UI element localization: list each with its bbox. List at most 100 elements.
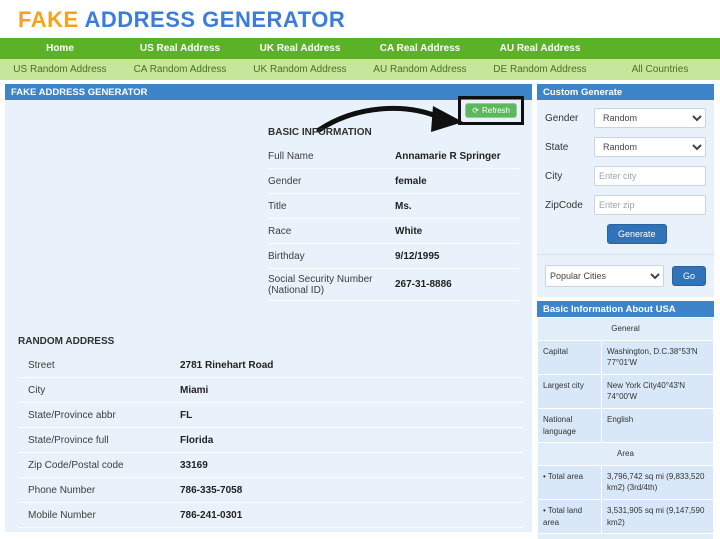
zipcode-input[interactable] <box>594 195 706 215</box>
field-label: Largest city <box>538 374 602 408</box>
field-value: English <box>602 408 714 442</box>
field-value: Washington, D.C.38°53′N 77°01′W <box>602 340 714 374</box>
table-row: Gender female <box>268 169 520 194</box>
field-label: Race <box>268 226 395 237</box>
field-label: State/Province abbr <box>18 410 180 421</box>
field-label: State/Province full <box>18 435 180 446</box>
table-section-row: Population <box>538 534 714 539</box>
refresh-annotation-box: ⟳ Refresh <box>458 96 524 125</box>
table-section-row: Area <box>538 443 714 466</box>
go-button[interactable]: Go <box>672 266 706 286</box>
nav-home[interactable]: Home <box>0 38 120 59</box>
field-value: FL <box>180 410 523 421</box>
field-value: Miami <box>180 385 523 396</box>
table-section-row: General <box>538 318 714 341</box>
field-label: Birthday <box>268 251 395 262</box>
nav-all-countries[interactable]: All Countries <box>600 59 720 80</box>
secondary-nav: US Random Address CA Random Address UK R… <box>0 59 720 80</box>
field-value: Florida <box>180 435 523 446</box>
usa-info-table: General Capital Washington, D.C.38°53′N … <box>537 317 714 539</box>
table-row: State/Province full Florida <box>18 428 523 453</box>
gender-select[interactable]: Random <box>594 108 706 128</box>
table-row: Mobile Number 786-241-0301 <box>18 503 523 528</box>
table-row: • Total land area 3,531,905 sq mi (9,147… <box>538 499 714 533</box>
table-row: City Miami <box>18 378 523 403</box>
generate-button[interactable]: Generate <box>607 224 667 244</box>
nav-us-real-address[interactable]: US Real Address <box>120 38 240 59</box>
city-input[interactable] <box>594 166 706 186</box>
field-value: New York City40°43′N 74°00′W <box>602 374 714 408</box>
nav-spacer <box>600 38 720 59</box>
nav-de-random-address[interactable]: DE Random Address <box>480 59 600 80</box>
field-value: 267-31-8886 <box>395 279 520 290</box>
table-row: Street 2781 Rinehart Road <box>18 353 523 378</box>
nav-us-random-address[interactable]: US Random Address <box>0 59 120 80</box>
field-value: 786-335-7058 <box>180 485 523 496</box>
nav-uk-real-address[interactable]: UK Real Address <box>240 38 360 59</box>
sidebar: Custom Generate Gender Random State Rand… <box>537 84 714 539</box>
random-address-section: RANDOM ADDRESS Street 2781 Rinehart Road… <box>18 336 523 528</box>
generator-panel-body: ⟳ Refresh BASIC INFORMATION Full Name An… <box>5 100 532 532</box>
site-title-blue: ADDRESS GENERATOR <box>84 7 345 32</box>
basic-information-section: BASIC INFORMATION Full Name Annamarie R … <box>268 127 520 301</box>
basic-information-title: BASIC INFORMATION <box>268 127 520 138</box>
section-label: General <box>538 318 714 341</box>
refresh-button[interactable]: ⟳ Refresh <box>465 103 517 118</box>
field-value: 3,531,905 sq mi (9,147,590 km2) <box>602 499 714 533</box>
table-row: Birthday 9/12/1995 <box>268 244 520 269</box>
custom-generate-title: Custom Generate <box>537 84 714 100</box>
field-label: Capital <box>538 340 602 374</box>
nav-ca-real-address[interactable]: CA Real Address <box>360 38 480 59</box>
random-address-title: RANDOM ADDRESS <box>18 336 523 347</box>
nav-uk-random-address[interactable]: UK Random Address <box>240 59 360 80</box>
table-row: • Total area 3,796,742 sq mi (9,833,520 … <box>538 465 714 499</box>
field-value: 3,796,742 sq mi (9,833,520 km2) (3rd/4th… <box>602 465 714 499</box>
city-label: City <box>545 171 594 182</box>
popular-cities-select[interactable]: Popular Cities <box>545 265 664 287</box>
field-value: White <box>395 226 520 237</box>
field-label: Street <box>18 360 180 371</box>
field-value: Annamarie R Springer <box>395 151 520 162</box>
table-row: Zip Code/Postal code 33169 <box>18 453 523 478</box>
table-row: Largest city New York City40°43′N 74°00′… <box>538 374 714 408</box>
field-value: 2781 Rinehart Road <box>180 360 523 371</box>
generator-panel-title: FAKE ADDRESS GENERATOR <box>5 84 532 100</box>
site-title-orange: FAKE <box>18 7 79 32</box>
field-label: Gender <box>268 176 395 187</box>
field-value: 33169 <box>180 460 523 471</box>
custom-generate-body: Gender Random State Random City ZipCo <box>537 100 714 297</box>
divider <box>537 254 714 255</box>
field-label: City <box>18 385 180 396</box>
field-label: Phone Number <box>18 485 180 496</box>
nav-au-real-address[interactable]: AU Real Address <box>480 38 600 59</box>
section-label: Population <box>538 534 714 539</box>
refresh-button-label: Refresh <box>482 106 510 115</box>
usa-info-title: Basic Information About USA <box>537 301 714 317</box>
table-row: Title Ms. <box>268 194 520 219</box>
field-label: Full Name <box>268 151 395 162</box>
table-row: Capital Washington, D.C.38°53′N 77°01′W <box>538 340 714 374</box>
primary-nav: Home US Real Address UK Real Address CA … <box>0 38 720 59</box>
field-label: National language <box>538 408 602 442</box>
field-label: • Total area <box>538 465 602 499</box>
zipcode-label: ZipCode <box>545 200 594 211</box>
table-row: Race White <box>268 219 520 244</box>
table-row: State/Province abbr FL <box>18 403 523 428</box>
field-value: 9/12/1995 <box>395 251 520 262</box>
gender-label: Gender <box>545 113 594 124</box>
state-label: State <box>545 142 594 153</box>
field-label: Social Security Number (National ID) <box>268 274 395 296</box>
field-label: Title <box>268 201 395 212</box>
usa-info-panel: Basic Information About USA General Capi… <box>537 301 714 539</box>
site-title: FAKE ADDRESS GENERATOR <box>0 0 720 38</box>
field-value: Ms. <box>395 201 520 212</box>
field-label: Mobile Number <box>18 510 180 521</box>
field-label: • Total land area <box>538 499 602 533</box>
nav-au-random-address[interactable]: AU Random Address <box>360 59 480 80</box>
nav-ca-random-address[interactable]: CA Random Address <box>120 59 240 80</box>
state-select[interactable]: Random <box>594 137 706 157</box>
custom-generate-panel: Custom Generate Gender Random State Rand… <box>537 84 714 297</box>
table-row: National language English <box>538 408 714 442</box>
field-value: female <box>395 176 520 187</box>
refresh-icon: ⟳ <box>472 106 479 115</box>
